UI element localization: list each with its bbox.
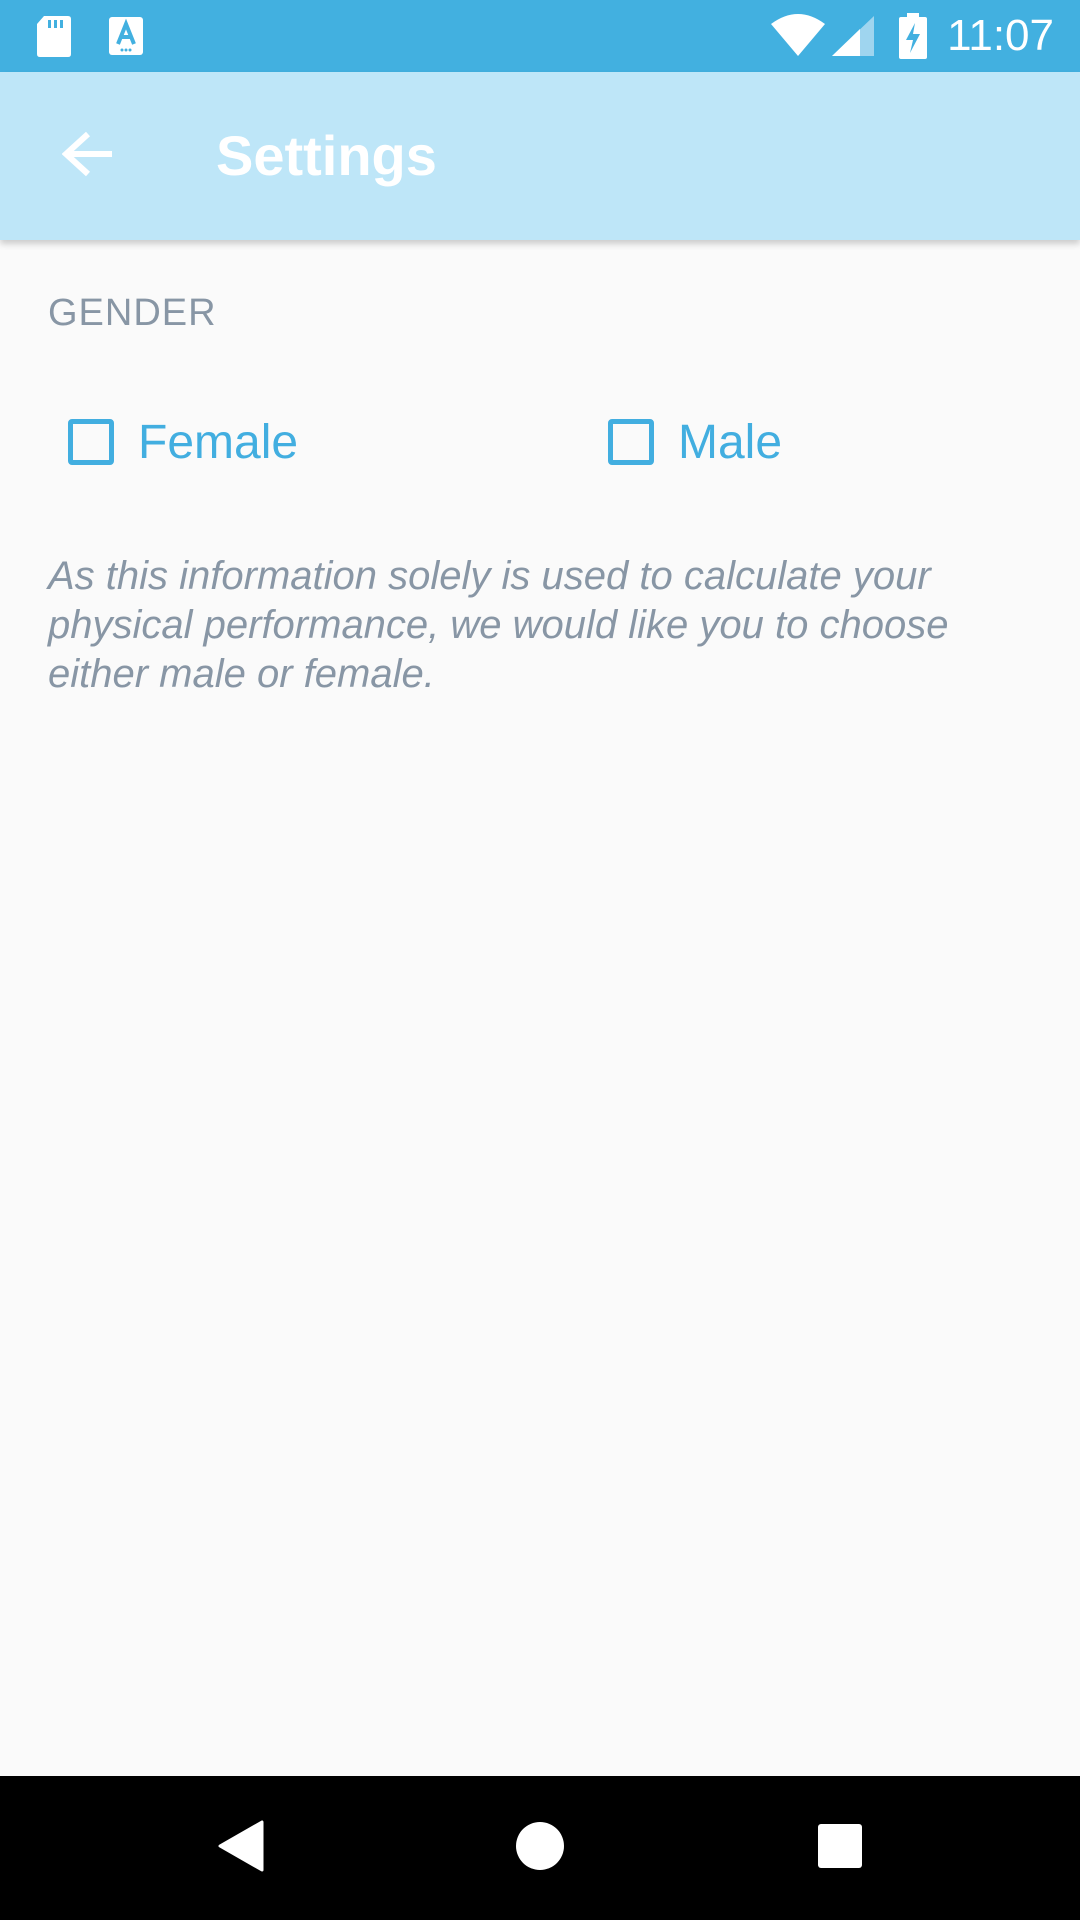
- status-bar: 11:07: [0, 0, 1080, 72]
- female-checkbox[interactable]: Female: [68, 410, 298, 474]
- checkbox-box[interactable]: [608, 419, 654, 465]
- checkbox-label-male: Male: [678, 415, 783, 469]
- nav-back-button[interactable]: [170, 1776, 310, 1920]
- back-button[interactable]: [44, 112, 132, 200]
- cellular-signal-icon: [830, 0, 876, 72]
- page-title: Settings: [216, 124, 437, 187]
- navigation-bar: [0, 1776, 1080, 1920]
- back-triangle-icon: [216, 1820, 264, 1877]
- home-circle-icon: [515, 1821, 565, 1876]
- wifi-icon: [770, 0, 826, 72]
- settings-screen: 11:07 Settings GENDER Female Male As thi…: [0, 0, 1080, 1920]
- keyboard-a-icon: [106, 0, 146, 72]
- recents-square-icon: [817, 1823, 863, 1874]
- section-header-gender: GENDER: [48, 292, 217, 334]
- sd-card-icon: [34, 0, 74, 72]
- app-bar: Settings: [0, 72, 1080, 240]
- nav-recents-button[interactable]: [770, 1776, 910, 1920]
- checkbox-box[interactable]: [68, 419, 114, 465]
- male-checkbox[interactable]: Male: [608, 410, 782, 474]
- nav-home-button[interactable]: [470, 1776, 610, 1920]
- status-time: 11:07: [947, 11, 1054, 60]
- battery-charging-icon: [896, 0, 930, 72]
- arrow-left-icon: [61, 130, 114, 183]
- checkbox-label-female: Female: [138, 415, 299, 469]
- gender-info-note: As this information solely is used to ca…: [48, 554, 949, 696]
